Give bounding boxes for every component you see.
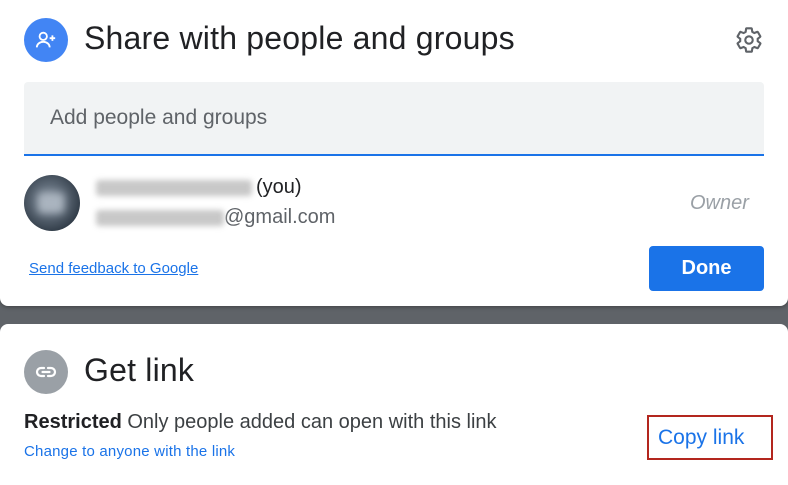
add-people-input[interactable] (24, 82, 764, 154)
user-email: @gmail.com (96, 206, 335, 229)
done-button[interactable]: Done (649, 246, 764, 291)
restricted-label: Restricted (24, 411, 122, 433)
get-link-dialog (0, 324, 788, 485)
avatar-image-blurred (38, 193, 64, 213)
get-link-title: Get link (84, 352, 195, 388)
role-label: Owner (690, 192, 749, 214)
email-domain: @gmail.com (224, 206, 336, 228)
send-feedback-link[interactable]: Send feedback to Google (29, 260, 198, 277)
you-suffix: (you) (256, 176, 302, 198)
avatar (24, 175, 80, 231)
link-icon (24, 350, 68, 394)
share-dialog-title: Share with people and groups (84, 20, 515, 56)
user-name-redacted (96, 179, 252, 196)
copy-link-button[interactable]: Copy link (647, 415, 773, 460)
gear-icon (736, 27, 762, 53)
settings-button[interactable] (734, 25, 764, 55)
user-email-redacted (96, 209, 224, 226)
person-add-icon (24, 18, 68, 62)
restricted-description: Only people added can open with this lin… (127, 411, 497, 433)
user-name: (you) (96, 176, 302, 199)
change-access-link[interactable]: Change to anyone with the link (24, 443, 235, 460)
access-level-text: Restricted Only people added can open wi… (24, 411, 497, 434)
add-people-field[interactable] (24, 82, 764, 156)
